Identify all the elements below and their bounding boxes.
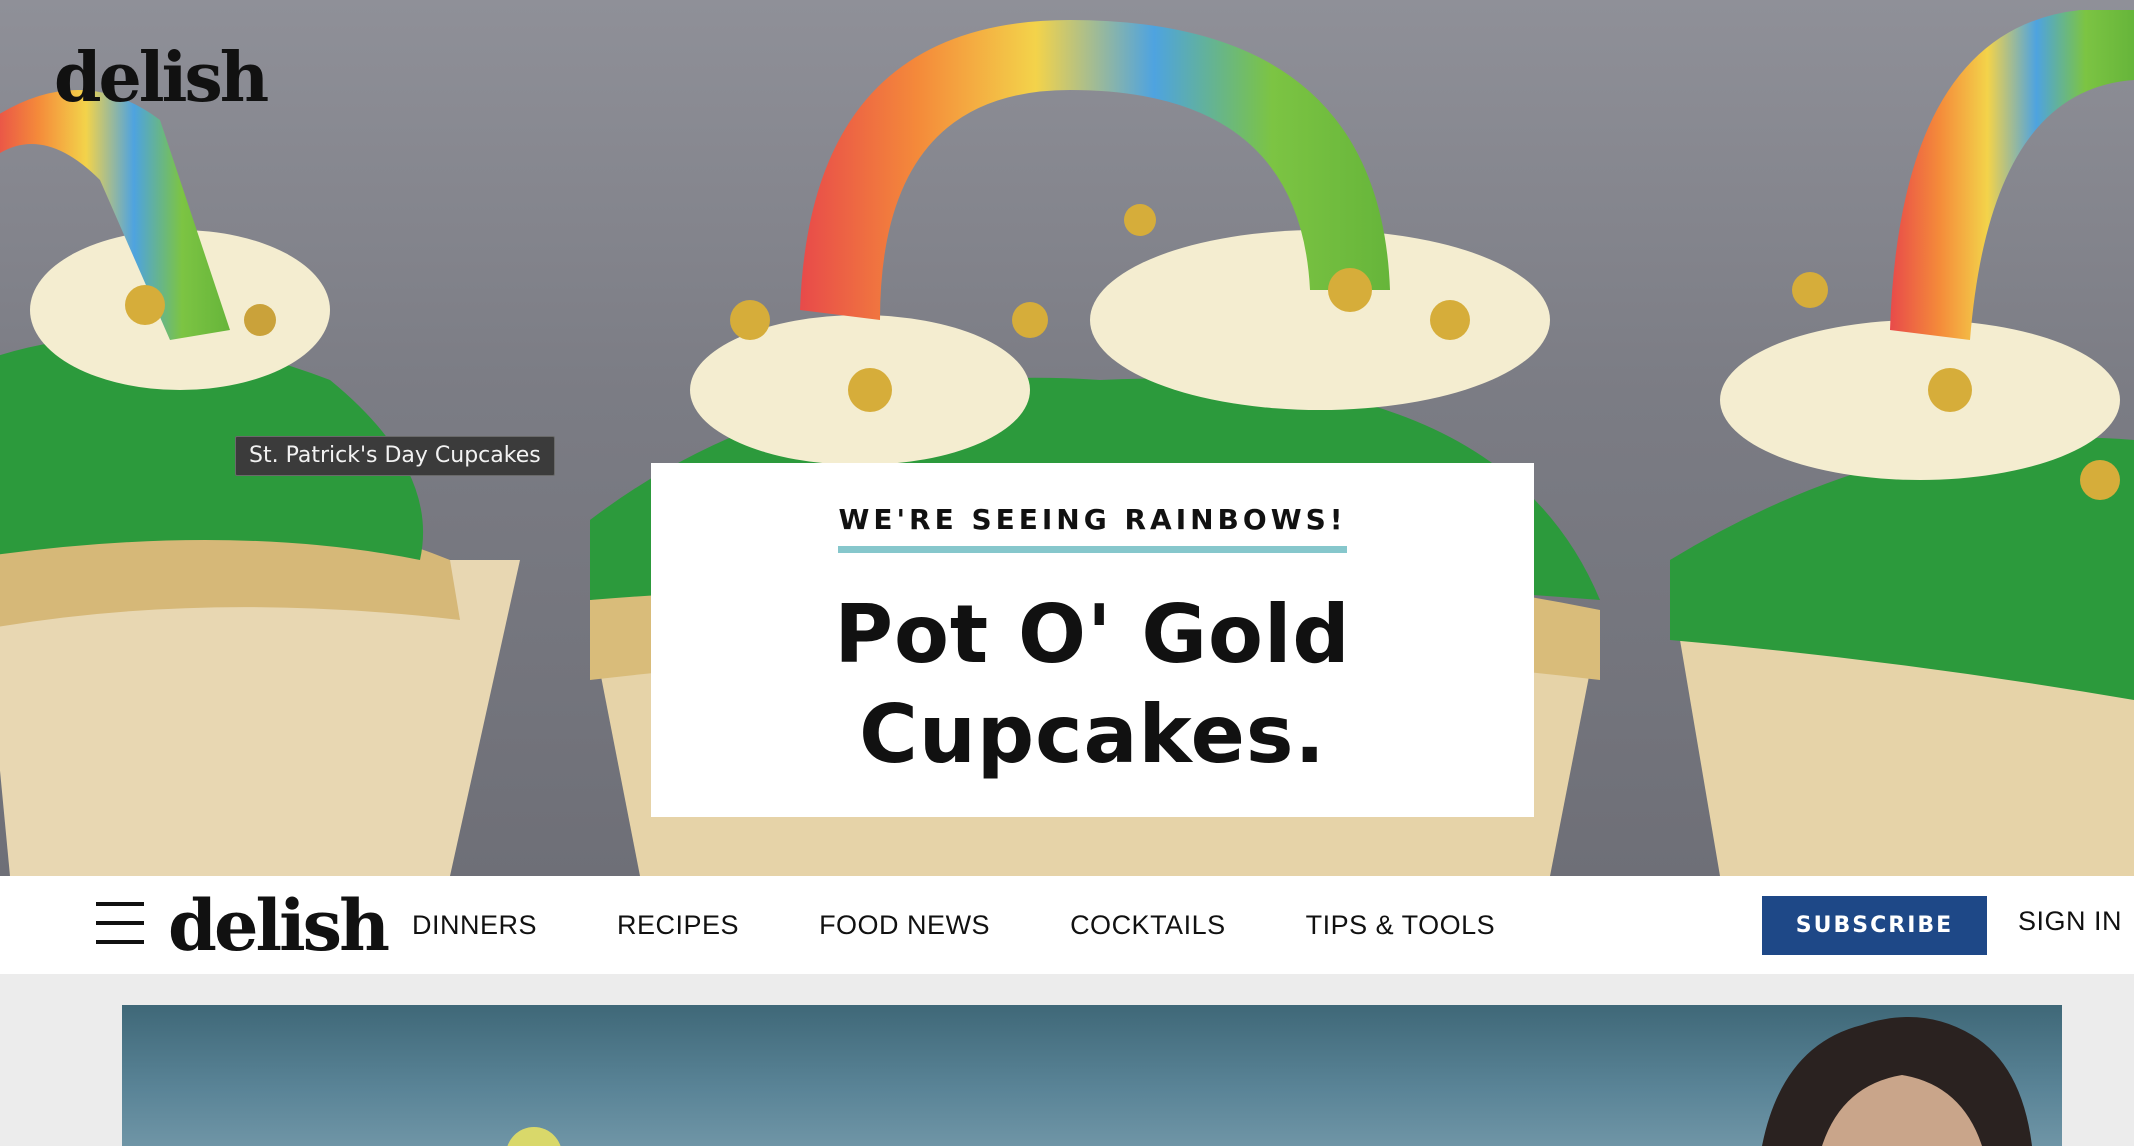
headline-card[interactable]: WE'RE SEEING RAINBOWS! Pot O' Gold Cupca… xyxy=(651,463,1534,817)
sign-in-link[interactable]: SIGN IN xyxy=(2018,906,2122,937)
headline-title[interactable]: Pot O' Gold Cupcakes. xyxy=(743,585,1443,785)
nav-links: DINNERS RECIPES FOOD NEWS COCKTAILS TIPS… xyxy=(412,876,1575,974)
image-tooltip: St. Patrick's Day Cupcakes xyxy=(235,436,555,476)
nav-logo[interactable]: delish xyxy=(168,884,390,967)
menu-bar xyxy=(96,940,144,944)
promo-image xyxy=(507,1017,2032,1146)
main-navigation: delish DINNERS RECIPES FOOD NEWS COCKTAI… xyxy=(0,876,2134,974)
nav-link-recipes[interactable]: RECIPES xyxy=(617,910,739,941)
nav-link-cocktails[interactable]: COCKTAILS xyxy=(1070,910,1226,941)
nav-link-dinners[interactable]: DINNERS xyxy=(412,910,537,941)
hamburger-menu-icon[interactable] xyxy=(94,900,146,946)
nav-link-food-news[interactable]: FOOD NEWS xyxy=(819,910,990,941)
nav-link-tips-tools[interactable]: TIPS & TOOLS xyxy=(1306,910,1496,941)
hero-banner[interactable]: delish St. Patrick's Day Cupcakes WE'RE … xyxy=(0,0,2134,876)
promo-banner[interactable] xyxy=(122,1005,2062,1146)
menu-bar xyxy=(96,902,144,906)
hero-logo[interactable]: delish xyxy=(54,38,269,118)
menu-bar xyxy=(96,921,144,925)
subscribe-button[interactable]: SUBSCRIBE xyxy=(1762,896,1987,955)
headline-kicker: WE'RE SEEING RAINBOWS! xyxy=(838,503,1347,553)
